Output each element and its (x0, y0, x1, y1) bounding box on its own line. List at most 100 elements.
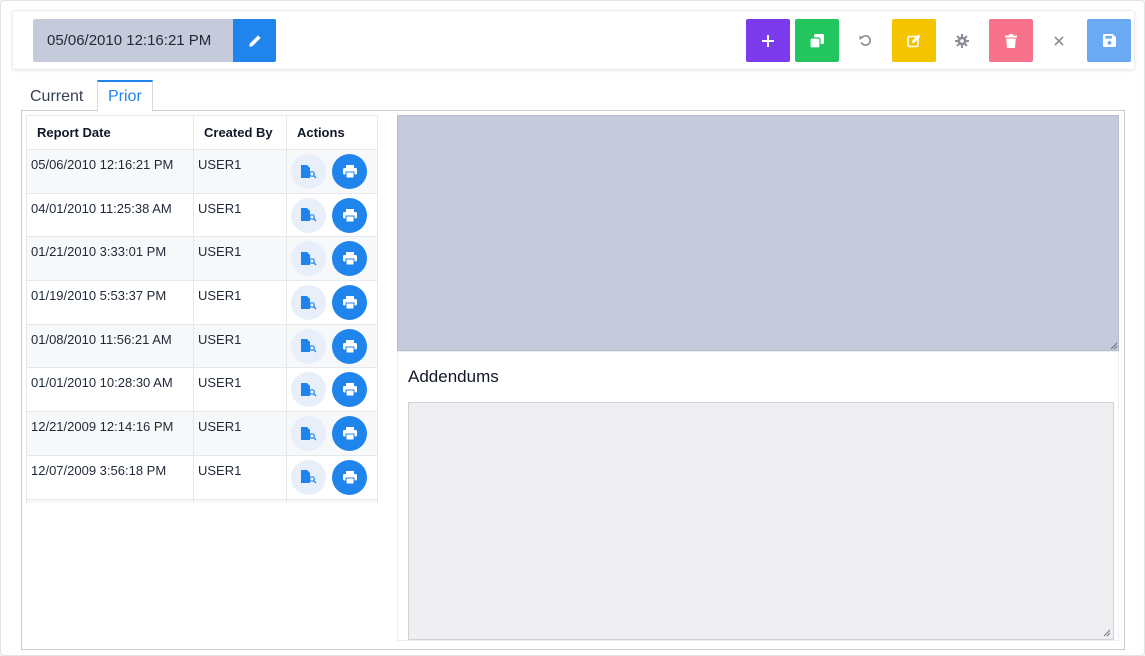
report-date-cell: 01/08/2010 11:56:21 AM (26, 323, 194, 369)
report-text-area[interactable] (397, 115, 1119, 351)
table-row[interactable]: 01/01/2010 10:28:30 AM USER1 (26, 367, 378, 413)
actions-cell (286, 280, 378, 325)
printer-icon (342, 383, 357, 397)
table-row[interactable]: 01/08/2010 11:56:21 AM USER1 (26, 323, 378, 369)
trash-icon (1005, 33, 1017, 48)
report-date-cell: 01/19/2010 5:53:37 PM (26, 280, 194, 325)
report-date-cell: 12/21/2009 12:14:16 PM (26, 411, 194, 456)
actions-cell (286, 323, 378, 369)
edit-button[interactable] (892, 19, 936, 62)
close-icon (1054, 35, 1064, 46)
actions-cell (286, 498, 378, 503)
view-report-button[interactable] (291, 459, 326, 495)
print-report-button[interactable] (332, 372, 367, 408)
printer-icon (342, 427, 357, 441)
column-header-report-date[interactable]: Report Date (26, 115, 194, 150)
prior-reports-table: Report Date Created By Actions 05/06/201… (26, 115, 378, 503)
printer-icon (342, 470, 357, 484)
copy-button[interactable] (795, 19, 839, 62)
report-date-cell: 12/07/2009 3:56:18 PM (26, 454, 194, 500)
printer-icon (342, 296, 357, 310)
view-report-button[interactable] (291, 372, 326, 408)
copy-icon (810, 33, 824, 48)
settings-button[interactable] (940, 19, 984, 62)
view-report-button[interactable] (291, 416, 326, 452)
column-header-actions: Actions (286, 115, 378, 150)
created-by-cell: USER1 (193, 411, 287, 456)
print-report-button[interactable] (332, 154, 367, 189)
edit-icon (907, 34, 921, 47)
resize-handle-icon[interactable] (1110, 342, 1118, 350)
resize-handle-icon[interactable] (1103, 629, 1111, 637)
save-button[interactable] (1087, 19, 1131, 62)
app-window: 05/06/2010 12:16:21 PM Current Prior Rep… (0, 0, 1145, 656)
file-search-icon (300, 164, 316, 178)
file-search-icon (300, 382, 316, 397)
table-row[interactable]: 05/06/2010 12:16:21 PM USER1 (26, 149, 378, 194)
created-by-cell: USER1 (193, 454, 287, 500)
pencil-icon (248, 34, 261, 47)
addendums-title: Addendums (408, 367, 499, 386)
report-date-cell: 05/06/2010 12:16:21 PM (26, 149, 194, 194)
table-row[interactable]: 01/19/2010 5:53:37 PM USER1 (26, 280, 378, 325)
edit-datetime-button[interactable] (233, 19, 276, 62)
add-button[interactable] (746, 19, 790, 62)
file-search-icon (300, 251, 316, 266)
print-report-button[interactable] (332, 285, 367, 321)
view-report-button[interactable] (291, 154, 326, 189)
printer-icon (342, 339, 357, 353)
column-header-created-by[interactable]: Created By (193, 115, 287, 150)
file-search-icon (300, 426, 316, 441)
printer-icon (342, 252, 357, 266)
file-search-icon (300, 339, 316, 353)
report-date-cell: 01/21/2010 3:33:01 PM (26, 236, 194, 282)
print-report-button[interactable] (332, 459, 367, 495)
table-row[interactable]: 04/01/2010 11:25:38 AM USER1 (26, 192, 378, 238)
actions-cell (286, 149, 378, 194)
file-search-icon (300, 470, 316, 484)
view-report-button[interactable] (291, 241, 326, 277)
print-report-button[interactable] (332, 241, 367, 277)
plus-icon (762, 34, 774, 47)
printer-icon (342, 208, 357, 222)
report-date-cell: 01/01/2010 10:28:30 AM (26, 367, 194, 413)
file-search-icon (300, 208, 316, 222)
actions-cell (286, 192, 378, 238)
actions-cell (286, 411, 378, 456)
created-by-cell: USER1 (193, 149, 287, 194)
printer-icon (342, 165, 357, 178)
created-by-cell: USER1 (193, 192, 287, 238)
gear-icon (955, 33, 969, 48)
close-button[interactable] (1037, 19, 1081, 62)
created-by-cell (193, 498, 287, 503)
print-report-button[interactable] (332, 328, 367, 364)
undo-icon (858, 35, 871, 46)
save-icon (1102, 34, 1116, 47)
report-date-cell (26, 498, 194, 503)
created-by-cell: USER1 (193, 323, 287, 369)
print-report-button[interactable] (332, 416, 367, 452)
delete-button[interactable] (989, 19, 1033, 62)
toolbar: 05/06/2010 12:16:21 PM (12, 10, 1135, 70)
table-row[interactable]: 12/07/2009 3:56:18 PM USER1 (26, 454, 378, 500)
undo-button[interactable] (843, 19, 887, 62)
table-row[interactable]: 01/21/2010 3:33:01 PM USER1 (26, 236, 378, 282)
report-date-cell: 04/01/2010 11:25:38 AM (26, 192, 194, 238)
tab-prior[interactable]: Prior (97, 80, 153, 112)
created-by-cell: USER1 (193, 280, 287, 325)
addendums-card: Addendums (397, 351, 1119, 641)
print-report-button[interactable] (332, 197, 367, 233)
view-report-button[interactable] (291, 197, 326, 233)
created-by-cell: USER1 (193, 236, 287, 282)
tab-current[interactable]: Current (21, 80, 92, 111)
report-datetime-field: 05/06/2010 12:16:21 PM (33, 19, 233, 62)
addendums-text-area[interactable] (408, 402, 1114, 640)
actions-cell (286, 454, 378, 500)
table-row[interactable]: 12/21/2009 12:14:16 PM USER1 (26, 411, 378, 456)
table-row[interactable] (26, 498, 378, 503)
actions-cell (286, 367, 378, 413)
view-report-button[interactable] (291, 328, 326, 364)
file-search-icon (300, 295, 316, 310)
created-by-cell: USER1 (193, 367, 287, 413)
view-report-button[interactable] (291, 285, 326, 321)
